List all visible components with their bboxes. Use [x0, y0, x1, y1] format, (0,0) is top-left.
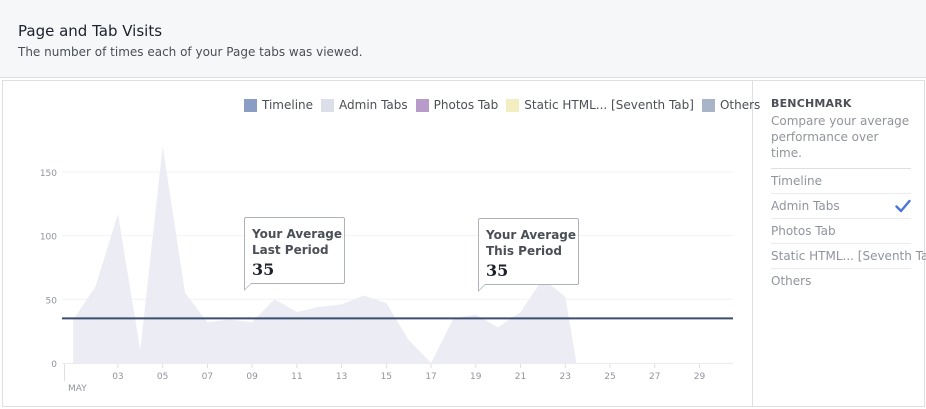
y-tick-label: 150	[40, 169, 57, 179]
month-label: MAY	[68, 384, 87, 394]
legend-swatch-photos-tab	[415, 98, 429, 112]
x-tick-label: 11	[291, 372, 302, 382]
benchmark-panel: BENCHMARK Compare your average performan…	[771, 97, 926, 293]
legend-label-timeline: Timeline	[262, 98, 314, 112]
benchmark-item-label: Photos Tab	[771, 224, 836, 238]
benchmark-item-label: Timeline	[771, 174, 823, 188]
x-tick-label: 13	[336, 372, 347, 382]
chart-legend: Timeline Admin Tabs Photos Tab Static HT…	[244, 97, 768, 113]
legend-item-admin-tabs[interactable]: Admin Tabs	[321, 98, 408, 112]
checkmark-icon	[895, 199, 911, 213]
y-tick-label: 50	[46, 296, 58, 306]
x-tick-label: 17	[425, 372, 436, 382]
tooltip-average-last-period: Your Average Last Period 35	[244, 217, 345, 291]
tooltip-last-value: 35	[252, 260, 275, 279]
x-tick-label: 15	[381, 372, 392, 382]
x-tick-label: 27	[649, 372, 660, 382]
legend-label-static-html: Static HTML... [Seventh Tab]	[524, 98, 694, 112]
x-tick-label: 19	[470, 372, 482, 382]
benchmark-description: Compare your average performance over ti…	[771, 114, 910, 160]
x-tick-label: 03	[112, 372, 123, 382]
x-tick-label: 29	[694, 372, 706, 382]
benchmark-item-label: Others	[771, 274, 812, 288]
legend-item-static-html[interactable]: Static HTML... [Seventh Tab]	[506, 98, 694, 112]
benchmark-item-timeline[interactable]: Timeline	[771, 169, 911, 194]
benchmark-list: Timeline Admin Tabs Photos Tab Static HT…	[771, 168, 926, 293]
benchmark-title: BENCHMARK	[771, 97, 852, 110]
chart: 0 50 100 150 03 05 07 09 11 13 15 17 19 21 23 25 27 29 MAY	[40, 146, 733, 394]
x-tick-label: 05	[157, 372, 168, 382]
legend-swatch-others	[701, 98, 715, 112]
legend-swatch-admin-tabs	[321, 98, 335, 112]
benchmark-item-label: Static HTML... [Seventh Tab]	[771, 249, 926, 263]
tooltip-average-this-period: Your Average This Period 35	[478, 218, 579, 292]
tooltip-pointer-inner	[245, 283, 251, 289]
benchmark-item-photos-tab[interactable]: Photos Tab	[771, 219, 911, 244]
y-tick-label: 0	[51, 360, 57, 370]
benchmark-item-label: Admin Tabs	[771, 199, 840, 213]
legend-swatch-static-html	[506, 98, 520, 112]
legend-item-others[interactable]: Others	[701, 98, 761, 112]
tooltip-this-line2: This Period	[486, 244, 562, 258]
tooltip-last-line1: Your Average	[252, 227, 343, 241]
legend-label-others: Others	[719, 98, 761, 112]
benchmark-item-static-html[interactable]: Static HTML... [Seventh Tab]	[771, 244, 926, 269]
tooltip-this-line1: Your Average	[486, 228, 577, 242]
tooltip-this-value: 35	[486, 261, 509, 280]
benchmark-item-admin-tabs[interactable]: Admin Tabs	[771, 194, 911, 219]
x-tick-label: 07	[202, 372, 213, 382]
y-tick-label: 100	[40, 233, 57, 243]
tooltip-pointer-inner	[479, 284, 485, 290]
legend-swatch-timeline	[244, 98, 257, 112]
x-tick-label: 21	[515, 372, 526, 382]
x-tick-label: 25	[604, 372, 615, 382]
x-tick-label: 23	[560, 372, 571, 382]
tooltip-last-line2: Last Period	[252, 243, 329, 257]
panel-divider	[752, 80, 753, 407]
legend-label-photos-tab: Photos Tab	[433, 98, 499, 112]
x-tick-label: 09	[246, 372, 258, 382]
legend-item-photos-tab[interactable]: Photos Tab	[415, 98, 499, 112]
benchmark-item-others[interactable]: Others	[771, 269, 911, 293]
legend-label-admin-tabs: Admin Tabs	[339, 98, 408, 112]
legend-item-timeline[interactable]: Timeline	[244, 98, 313, 112]
